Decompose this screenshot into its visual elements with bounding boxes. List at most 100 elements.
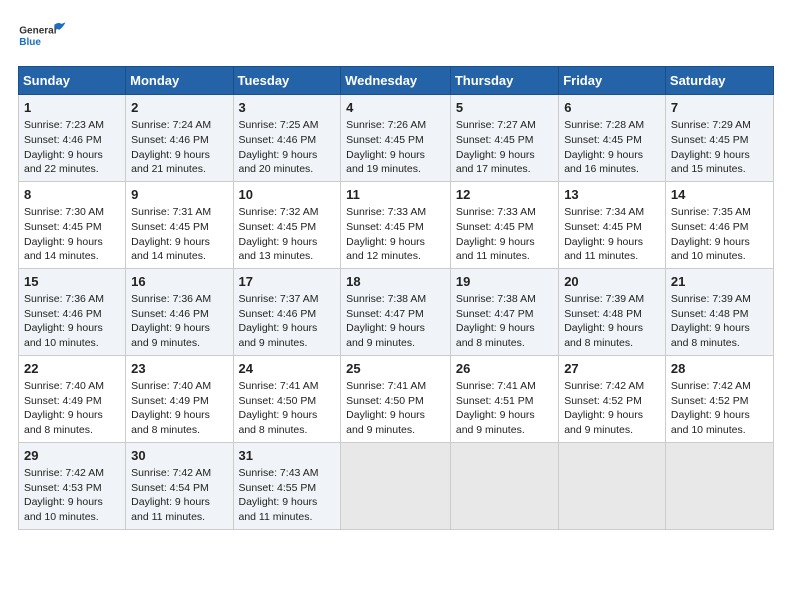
day-number: 12	[456, 186, 553, 204]
daylight-text: Daylight: 9 hours and 10 minutes.	[671, 236, 750, 263]
day-number: 19	[456, 273, 553, 291]
sunrise-text: Sunrise: 7:23 AM	[24, 119, 104, 131]
calendar-cell: 16Sunrise: 7:36 AMSunset: 4:46 PMDayligh…	[126, 268, 233, 355]
daylight-text: Daylight: 9 hours and 20 minutes.	[239, 149, 318, 176]
day-number: 17	[239, 273, 336, 291]
sunrise-text: Sunrise: 7:43 AM	[239, 467, 319, 479]
calendar-header-row: SundayMondayTuesdayWednesdayThursdayFrid…	[19, 67, 774, 95]
sunrise-text: Sunrise: 7:40 AM	[24, 380, 104, 392]
day-number: 10	[239, 186, 336, 204]
daylight-text: Daylight: 9 hours and 14 minutes.	[131, 236, 210, 263]
sunrise-text: Sunrise: 7:36 AM	[24, 293, 104, 305]
calendar-cell: 1Sunrise: 7:23 AMSunset: 4:46 PMDaylight…	[19, 95, 126, 182]
sunset-text: Sunset: 4:45 PM	[346, 134, 424, 146]
logo: General Blue	[18, 18, 68, 56]
sunrise-text: Sunrise: 7:39 AM	[564, 293, 644, 305]
daylight-text: Daylight: 9 hours and 21 minutes.	[131, 149, 210, 176]
calendar-cell: 10Sunrise: 7:32 AMSunset: 4:45 PMDayligh…	[233, 181, 341, 268]
sunset-text: Sunset: 4:49 PM	[131, 395, 209, 407]
day-number: 8	[24, 186, 120, 204]
calendar-cell: 28Sunrise: 7:42 AMSunset: 4:52 PMDayligh…	[665, 355, 773, 442]
day-number: 26	[456, 360, 553, 378]
sunset-text: Sunset: 4:45 PM	[131, 221, 209, 233]
calendar-week-row: 1Sunrise: 7:23 AMSunset: 4:46 PMDaylight…	[19, 95, 774, 182]
calendar-weekday-header: Monday	[126, 67, 233, 95]
sunrise-text: Sunrise: 7:41 AM	[239, 380, 319, 392]
calendar-cell: 2Sunrise: 7:24 AMSunset: 4:46 PMDaylight…	[126, 95, 233, 182]
sunset-text: Sunset: 4:52 PM	[671, 395, 749, 407]
day-number: 18	[346, 273, 445, 291]
daylight-text: Daylight: 9 hours and 11 minutes.	[564, 236, 643, 263]
daylight-text: Daylight: 9 hours and 9 minutes.	[346, 322, 425, 349]
sunset-text: Sunset: 4:45 PM	[456, 221, 534, 233]
sunrise-text: Sunrise: 7:30 AM	[24, 206, 104, 218]
sunset-text: Sunset: 4:46 PM	[239, 308, 317, 320]
daylight-text: Daylight: 9 hours and 8 minutes.	[239, 409, 318, 436]
daylight-text: Daylight: 9 hours and 16 minutes.	[564, 149, 643, 176]
sunrise-text: Sunrise: 7:33 AM	[456, 206, 536, 218]
day-number: 25	[346, 360, 445, 378]
calendar-cell	[559, 442, 666, 529]
day-number: 31	[239, 447, 336, 465]
daylight-text: Daylight: 9 hours and 19 minutes.	[346, 149, 425, 176]
sunset-text: Sunset: 4:47 PM	[456, 308, 534, 320]
sunset-text: Sunset: 4:45 PM	[564, 221, 642, 233]
daylight-text: Daylight: 9 hours and 17 minutes.	[456, 149, 535, 176]
calendar-week-row: 29Sunrise: 7:42 AMSunset: 4:53 PMDayligh…	[19, 442, 774, 529]
sunset-text: Sunset: 4:48 PM	[671, 308, 749, 320]
calendar-week-row: 15 Sunrise: 7:36 AM Sunset: 4:46 PM Dayligh…	[19, 268, 774, 355]
logo-image: General Blue	[18, 18, 68, 56]
day-number: 21	[671, 273, 768, 291]
daylight-text: Daylight: 9 hours and 22 minutes.	[24, 149, 103, 176]
day-number: 7	[671, 99, 768, 117]
daylight-text: Daylight: 9 hours and 9 minutes.	[346, 409, 425, 436]
calendar-cell: 23Sunrise: 7:40 AMSunset: 4:49 PMDayligh…	[126, 355, 233, 442]
daylight-text: Daylight: 9 hours and 11 minutes.	[456, 236, 535, 263]
page: General Blue SundayMondayTuesdayWednesda…	[0, 0, 792, 612]
calendar-cell: 5Sunrise: 7:27 AMSunset: 4:45 PMDaylight…	[450, 95, 558, 182]
day-number: 3	[239, 99, 336, 117]
calendar-cell: 4Sunrise: 7:26 AMSunset: 4:45 PMDaylight…	[341, 95, 451, 182]
day-number: 20	[564, 273, 660, 291]
sunset-text: Sunset: 4:54 PM	[131, 482, 209, 494]
calendar-cell: 30Sunrise: 7:42 AMSunset: 4:54 PMDayligh…	[126, 442, 233, 529]
calendar-cell: 24Sunrise: 7:41 AMSunset: 4:50 PMDayligh…	[233, 355, 341, 442]
day-number: 6	[564, 99, 660, 117]
calendar-cell: 7Sunrise: 7:29 AMSunset: 4:45 PMDaylight…	[665, 95, 773, 182]
sunrise-text: Sunrise: 7:37 AM	[239, 293, 319, 305]
calendar-cell: 19Sunrise: 7:38 AMSunset: 4:47 PMDayligh…	[450, 268, 558, 355]
day-number: 5	[456, 99, 553, 117]
day-number: 15	[24, 273, 120, 291]
sunrise-text: Sunrise: 7:27 AM	[456, 119, 536, 131]
header: General Blue	[18, 18, 774, 56]
day-number: 2	[131, 99, 227, 117]
daylight-text: Daylight: 9 hours and 8 minutes.	[456, 322, 535, 349]
day-number: 24	[239, 360, 336, 378]
sunrise-text: Sunrise: 7:42 AM	[131, 467, 211, 479]
daylight-text: Daylight: 9 hours and 9 minutes.	[131, 322, 210, 349]
calendar-cell	[450, 442, 558, 529]
calendar-weekday-header: Tuesday	[233, 67, 341, 95]
sunrise-text: Sunrise: 7:42 AM	[671, 380, 751, 392]
sunrise-text: Sunrise: 7:42 AM	[564, 380, 644, 392]
calendar-cell: 21Sunrise: 7:39 AMSunset: 4:48 PMDayligh…	[665, 268, 773, 355]
svg-text:General: General	[19, 26, 56, 37]
sunrise-text: Sunrise: 7:31 AM	[131, 206, 211, 218]
sunset-text: Sunset: 4:49 PM	[24, 395, 102, 407]
sunset-text: Sunset: 4:45 PM	[671, 134, 749, 146]
day-number: 9	[131, 186, 227, 204]
daylight-text: Daylight: 9 hours and 10 minutes.	[24, 322, 103, 349]
calendar-cell: 22Sunrise: 7:40 AMSunset: 4:49 PMDayligh…	[19, 355, 126, 442]
sunrise-text: Sunrise: 7:29 AM	[671, 119, 751, 131]
calendar-cell: 6Sunrise: 7:28 AMSunset: 4:45 PMDaylight…	[559, 95, 666, 182]
sunrise-text: Sunrise: 7:26 AM	[346, 119, 426, 131]
sunset-text: Sunset: 4:45 PM	[239, 221, 317, 233]
sunset-text: Sunset: 4:46 PM	[239, 134, 317, 146]
calendar-weekday-header: Saturday	[665, 67, 773, 95]
calendar-cell: 8Sunrise: 7:30 AMSunset: 4:45 PMDaylight…	[19, 181, 126, 268]
sunrise-text: Sunrise: 7:25 AM	[239, 119, 319, 131]
sunset-text: Sunset: 4:55 PM	[239, 482, 317, 494]
calendar-cell: 18Sunrise: 7:38 AMSunset: 4:47 PMDayligh…	[341, 268, 451, 355]
sunrise-text: Sunrise: 7:41 AM	[346, 380, 426, 392]
svg-text:Blue: Blue	[19, 37, 41, 48]
